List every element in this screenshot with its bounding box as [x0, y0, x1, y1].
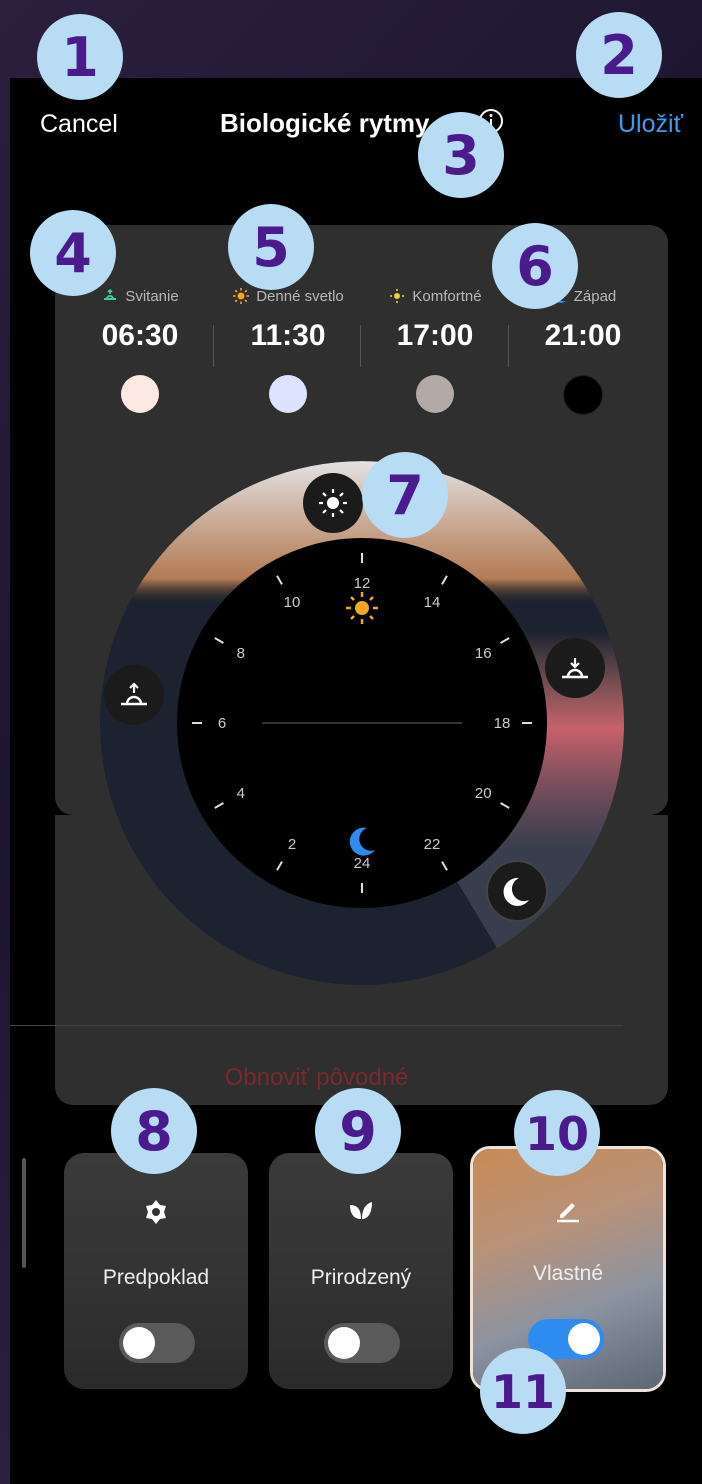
time-item-dawn[interactable]: Svitanie 06:30	[65, 287, 215, 413]
color-swatch[interactable]	[563, 375, 603, 415]
time-item-daylight[interactable]: Denné svetlo 11:30	[213, 287, 363, 413]
time-value: 11:30	[250, 319, 326, 352]
time-label: Západ	[573, 287, 617, 305]
hour-label: 14	[424, 594, 441, 611]
cancel-button[interactable]: Cancel	[40, 110, 118, 139]
hour-label: 22	[424, 836, 441, 853]
night-handle[interactable]	[486, 860, 548, 922]
sun-small-icon	[390, 289, 405, 303]
mode-toggle[interactable]	[324, 1323, 400, 1363]
time-label: Denné svetlo	[256, 287, 344, 305]
hour-label: 16	[475, 645, 492, 662]
divider	[10, 1025, 623, 1026]
callout-badge: 6	[492, 223, 578, 309]
callout-badge: 8	[111, 1088, 197, 1174]
color-swatch[interactable]	[416, 375, 454, 413]
hour-label: 12	[354, 575, 371, 592]
mode-label: Prirodzený	[310, 1266, 412, 1289]
sunrise-handle[interactable]	[104, 665, 164, 725]
time-item-comfort[interactable]: Komfortné 17:00	[360, 287, 510, 413]
page-title: Biologické rytmy	[220, 108, 430, 138]
leaf-icon	[350, 1202, 372, 1219]
time-value: 17:00	[396, 319, 474, 352]
sunset-handle[interactable]	[545, 638, 605, 698]
mode-toggle[interactable]	[119, 1323, 195, 1363]
callout-badge: 1	[37, 14, 123, 100]
hour-label: 24	[354, 855, 371, 872]
sun-icon	[233, 288, 250, 304]
save-button[interactable]: Uložiť	[618, 110, 683, 139]
callout-badge: 5	[228, 204, 314, 290]
callout-badge: 7	[362, 452, 448, 538]
mode-card-predpoklad[interactable]: Predpoklad	[64, 1153, 248, 1389]
flower-icon	[146, 1200, 166, 1224]
sunrise-icon	[104, 288, 117, 300]
callout-badge: 11	[480, 1348, 566, 1434]
hour-label: 2	[288, 836, 296, 853]
hour-label: 4	[237, 785, 245, 802]
time-value: 06:30	[101, 319, 179, 352]
scrollbar[interactable]	[22, 1158, 26, 1268]
time-label: Komfortné	[412, 287, 482, 305]
daylight-handle[interactable]	[303, 473, 363, 533]
hour-label: 18	[494, 715, 511, 732]
color-swatch[interactable]	[269, 375, 307, 413]
hour-label: 6	[218, 715, 226, 732]
hour-label: 10	[284, 594, 301, 611]
reset-button[interactable]: Obnoviť pôvodné	[10, 1064, 623, 1092]
callout-badge: 10	[514, 1090, 600, 1176]
phone-screen: Cancel Biologické rytmy Uložiť Svitanie …	[10, 78, 702, 1484]
mode-label: Vlastné	[532, 1262, 604, 1285]
time-label: Svitanie	[125, 287, 179, 305]
mode-label: Predpoklad	[102, 1266, 210, 1289]
hour-label: 20	[475, 785, 492, 802]
time-value: 21:00	[544, 319, 622, 352]
rhythm-dial[interactable]: 12141618202224246810	[97, 458, 627, 988]
callout-badge: 3	[418, 112, 504, 198]
hour-label: 8	[237, 645, 245, 662]
callout-badge: 9	[315, 1088, 401, 1174]
mode-card-prirodzeny[interactable]: Prirodzený	[269, 1153, 453, 1389]
pencil-icon	[557, 1203, 579, 1223]
color-swatch[interactable]	[121, 375, 159, 413]
callout-badge: 4	[30, 210, 116, 296]
callout-badge: 2	[576, 12, 662, 98]
